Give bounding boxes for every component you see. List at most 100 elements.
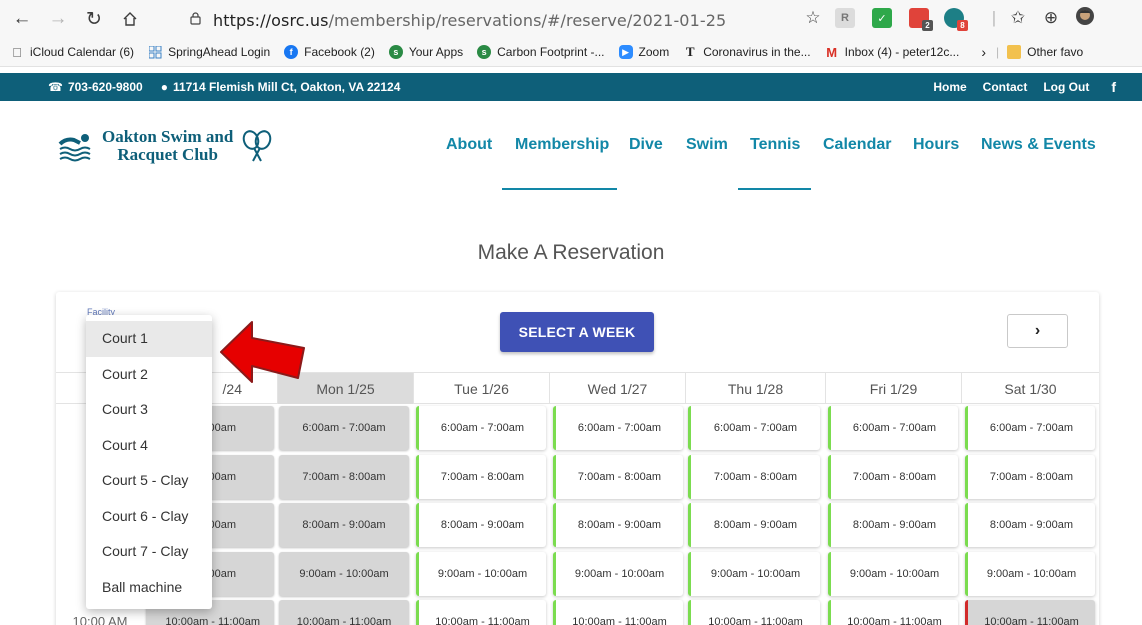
club-address[interactable]: 11714 Flemish Mill Ct, Oakton, VA 22124 — [173, 80, 400, 94]
facility-option-court-1[interactable]: Court 1 — [86, 321, 212, 357]
bookmark-item[interactable]: SpringAhead Login — [148, 45, 270, 59]
bookmark-item[interactable]: s Carbon Footprint -... — [477, 45, 605, 59]
home-link[interactable]: Home — [933, 80, 966, 94]
time-slot[interactable]: 6:00am - 7:00am — [688, 406, 820, 450]
time-slot[interactable]: 10:00am - 11:00am — [416, 600, 546, 625]
bookmark-item[interactable]: M Inbox (4) - peter12c... — [825, 44, 959, 60]
time-slot[interactable]: 9:00am - 10:00am — [279, 551, 409, 596]
browser-toolbar: ← → ↻ https://osrc.us/membership/reserva… — [0, 0, 1142, 38]
time-slot[interactable]: 8:00am - 9:00am — [553, 503, 683, 547]
time-slot[interactable]: 7:00am - 8:00am — [279, 454, 409, 499]
time-slot[interactable]: 6:00am - 7:00am — [828, 406, 958, 450]
facility-option-court-3[interactable]: Court 3 — [86, 392, 212, 428]
forward-arrow-icon[interactable]: → — [46, 7, 70, 31]
time-slot[interactable]: 7:00am - 8:00am — [553, 454, 683, 499]
nyt-icon: T — [685, 44, 695, 59]
time-slot[interactable]: 10:00am - 11:00am — [553, 600, 683, 625]
bookmark-item[interactable]: T Coronavirus in the... — [683, 44, 811, 59]
nav-membership[interactable]: Membership — [515, 136, 609, 154]
time-slot[interactable]: 9:00am - 10:00am — [416, 551, 546, 596]
gmail-icon: M — [826, 44, 838, 60]
favorite-star-icon[interactable]: ☆ — [802, 8, 824, 28]
time-slot[interactable]: 8:00am - 9:00am — [965, 503, 1095, 547]
active-nav-underline — [502, 188, 617, 190]
facility-option-court-4[interactable]: Court 4 — [86, 428, 212, 464]
other-favorites-folder[interactable]: Other favo — [1007, 45, 1083, 59]
time-slot[interactable]: 8:00am - 9:00am — [279, 503, 409, 547]
refresh-icon[interactable]: ↻ — [82, 7, 106, 31]
time-slot[interactable]: 7:00am - 8:00am — [965, 454, 1095, 499]
time-slot[interactable]: 9:00am - 10:00am — [828, 551, 958, 596]
time-slot[interactable]: 10:00am - 11:00am — [279, 600, 409, 625]
facility-option-court-6-clay[interactable]: Court 6 - Clay — [86, 499, 212, 535]
time-slot[interactable]: 7:00am - 8:00am — [688, 454, 820, 499]
page-title: Make A Reservation — [477, 241, 665, 264]
bookmark-item[interactable]:  iCloud Calendar (6) — [10, 45, 135, 60]
collections-icon[interactable]: ⊕ — [1040, 8, 1062, 28]
logout-link[interactable]: Log Out — [1043, 80, 1089, 94]
bookmark-label: iCloud Calendar (6) — [30, 45, 135, 59]
contact-link[interactable]: Contact — [983, 80, 1028, 94]
favorites-list-icon[interactable]: ✩ — [1007, 8, 1029, 28]
time-slot[interactable]: 10:00am - 11:00am — [965, 600, 1095, 625]
time-slot[interactable]: 8:00am - 9:00am — [416, 503, 546, 547]
day-header-wed: Wed 1/27 — [549, 373, 685, 404]
app-extension-icon[interactable]: 8 — [944, 8, 968, 31]
profile-avatar-icon[interactable] — [1074, 6, 1096, 31]
nav-tennis[interactable]: Tennis — [750, 136, 800, 154]
next-week-chevron-icon[interactable]: › — [1007, 314, 1068, 348]
logo-line: Oakton Swim and — [102, 127, 234, 146]
bookmark-item[interactable]: ▶ Zoom — [618, 45, 669, 59]
time-slot[interactable]: 8:00am - 9:00am — [828, 503, 958, 547]
time-slot[interactable]: 6:00am - 7:00am — [553, 406, 683, 450]
time-slot[interactable]: 9:00am - 10:00am — [553, 551, 683, 596]
bookmark-label: SpringAhead Login — [168, 45, 271, 59]
time-slot[interactable]: 10:00am - 11:00am — [828, 600, 958, 625]
nav-hours[interactable]: Hours — [913, 136, 959, 154]
time-slot[interactable]: 6:00am - 7:00am — [279, 406, 409, 450]
active-nav-underline — [738, 188, 811, 190]
nav-calendar[interactable]: Calendar — [823, 136, 891, 154]
url-path: /membership/reservations/#/reserve/2021-… — [328, 10, 727, 30]
separator-icon: | — [996, 45, 1000, 59]
time-slot[interactable]: 7:00am - 8:00am — [828, 454, 958, 499]
checkmark-extension-icon[interactable]: ✓ — [872, 8, 892, 28]
home-icon[interactable] — [118, 7, 142, 31]
phone-icon: ☎ — [48, 80, 63, 94]
nav-news-events[interactable]: News & Events — [981, 136, 1096, 154]
facility-option-court-2[interactable]: Court 2 — [86, 357, 212, 393]
select-week-button[interactable]: SELECT A WEEK — [500, 312, 654, 352]
phone-number[interactable]: 703-620-9800 — [68, 80, 143, 94]
time-slot[interactable]: 7:00am - 8:00am — [416, 454, 546, 499]
club-logo[interactable]: Oakton Swim and Racquet Club — [58, 128, 273, 164]
time-slot[interactable]: 9:00am - 10:00am — [688, 551, 820, 596]
bookmark-item[interactable]: s Your Apps — [388, 45, 463, 59]
day-header-row: /24 Mon 1/25 Tue 1/26 Wed 1/27 Thu 1/28 … — [56, 372, 1099, 404]
extension-badge: 2 — [922, 20, 933, 31]
more-bookmarks-chevron-icon[interactable]: › — [981, 44, 986, 60]
app-icon: s — [388, 45, 403, 59]
time-slot[interactable]: 9:00am - 10:00am — [965, 551, 1095, 596]
facility-option-court-5-clay[interactable]: Court 5 - Clay — [86, 463, 212, 499]
facebook-icon[interactable]: f — [1111, 79, 1116, 95]
nav-about[interactable]: About — [446, 136, 492, 154]
folder-icon — [1007, 45, 1022, 59]
facility-option-ball-machine[interactable]: Ball machine — [86, 570, 212, 606]
back-arrow-icon[interactable]: ← — [10, 7, 34, 31]
time-slot[interactable]: 6:00am - 7:00am — [965, 406, 1095, 450]
extension-badge: 8 — [957, 20, 968, 31]
time-slot[interactable]: 8:00am - 9:00am — [688, 503, 820, 547]
bookmark-item[interactable]: f Facebook (2) — [284, 45, 375, 59]
address-bar[interactable]: https://osrc.us/membership/reservations/… — [190, 9, 726, 31]
site-contact-bar: ☎ 703-620-9800 ● 11714 Flemish Mill Ct, Oa… — [0, 73, 1142, 101]
time-slot[interactable]: 6:00am - 7:00am — [416, 406, 546, 450]
nav-swim[interactable]: Swim — [686, 136, 728, 154]
day-header-thu: Thu 1/28 — [685, 373, 825, 404]
calendar-extension-icon[interactable]: 2 — [909, 8, 933, 31]
nav-dive[interactable]: Dive — [629, 136, 663, 154]
bookmark-label: Carbon Footprint -... — [497, 45, 605, 59]
facility-option-court-7-clay[interactable]: Court 7 - Clay — [86, 534, 212, 570]
time-slot[interactable]: 10:00am - 11:00am — [688, 600, 820, 625]
extension-icon[interactable]: R — [835, 8, 855, 28]
logo-line: Racquet Club — [117, 145, 218, 164]
